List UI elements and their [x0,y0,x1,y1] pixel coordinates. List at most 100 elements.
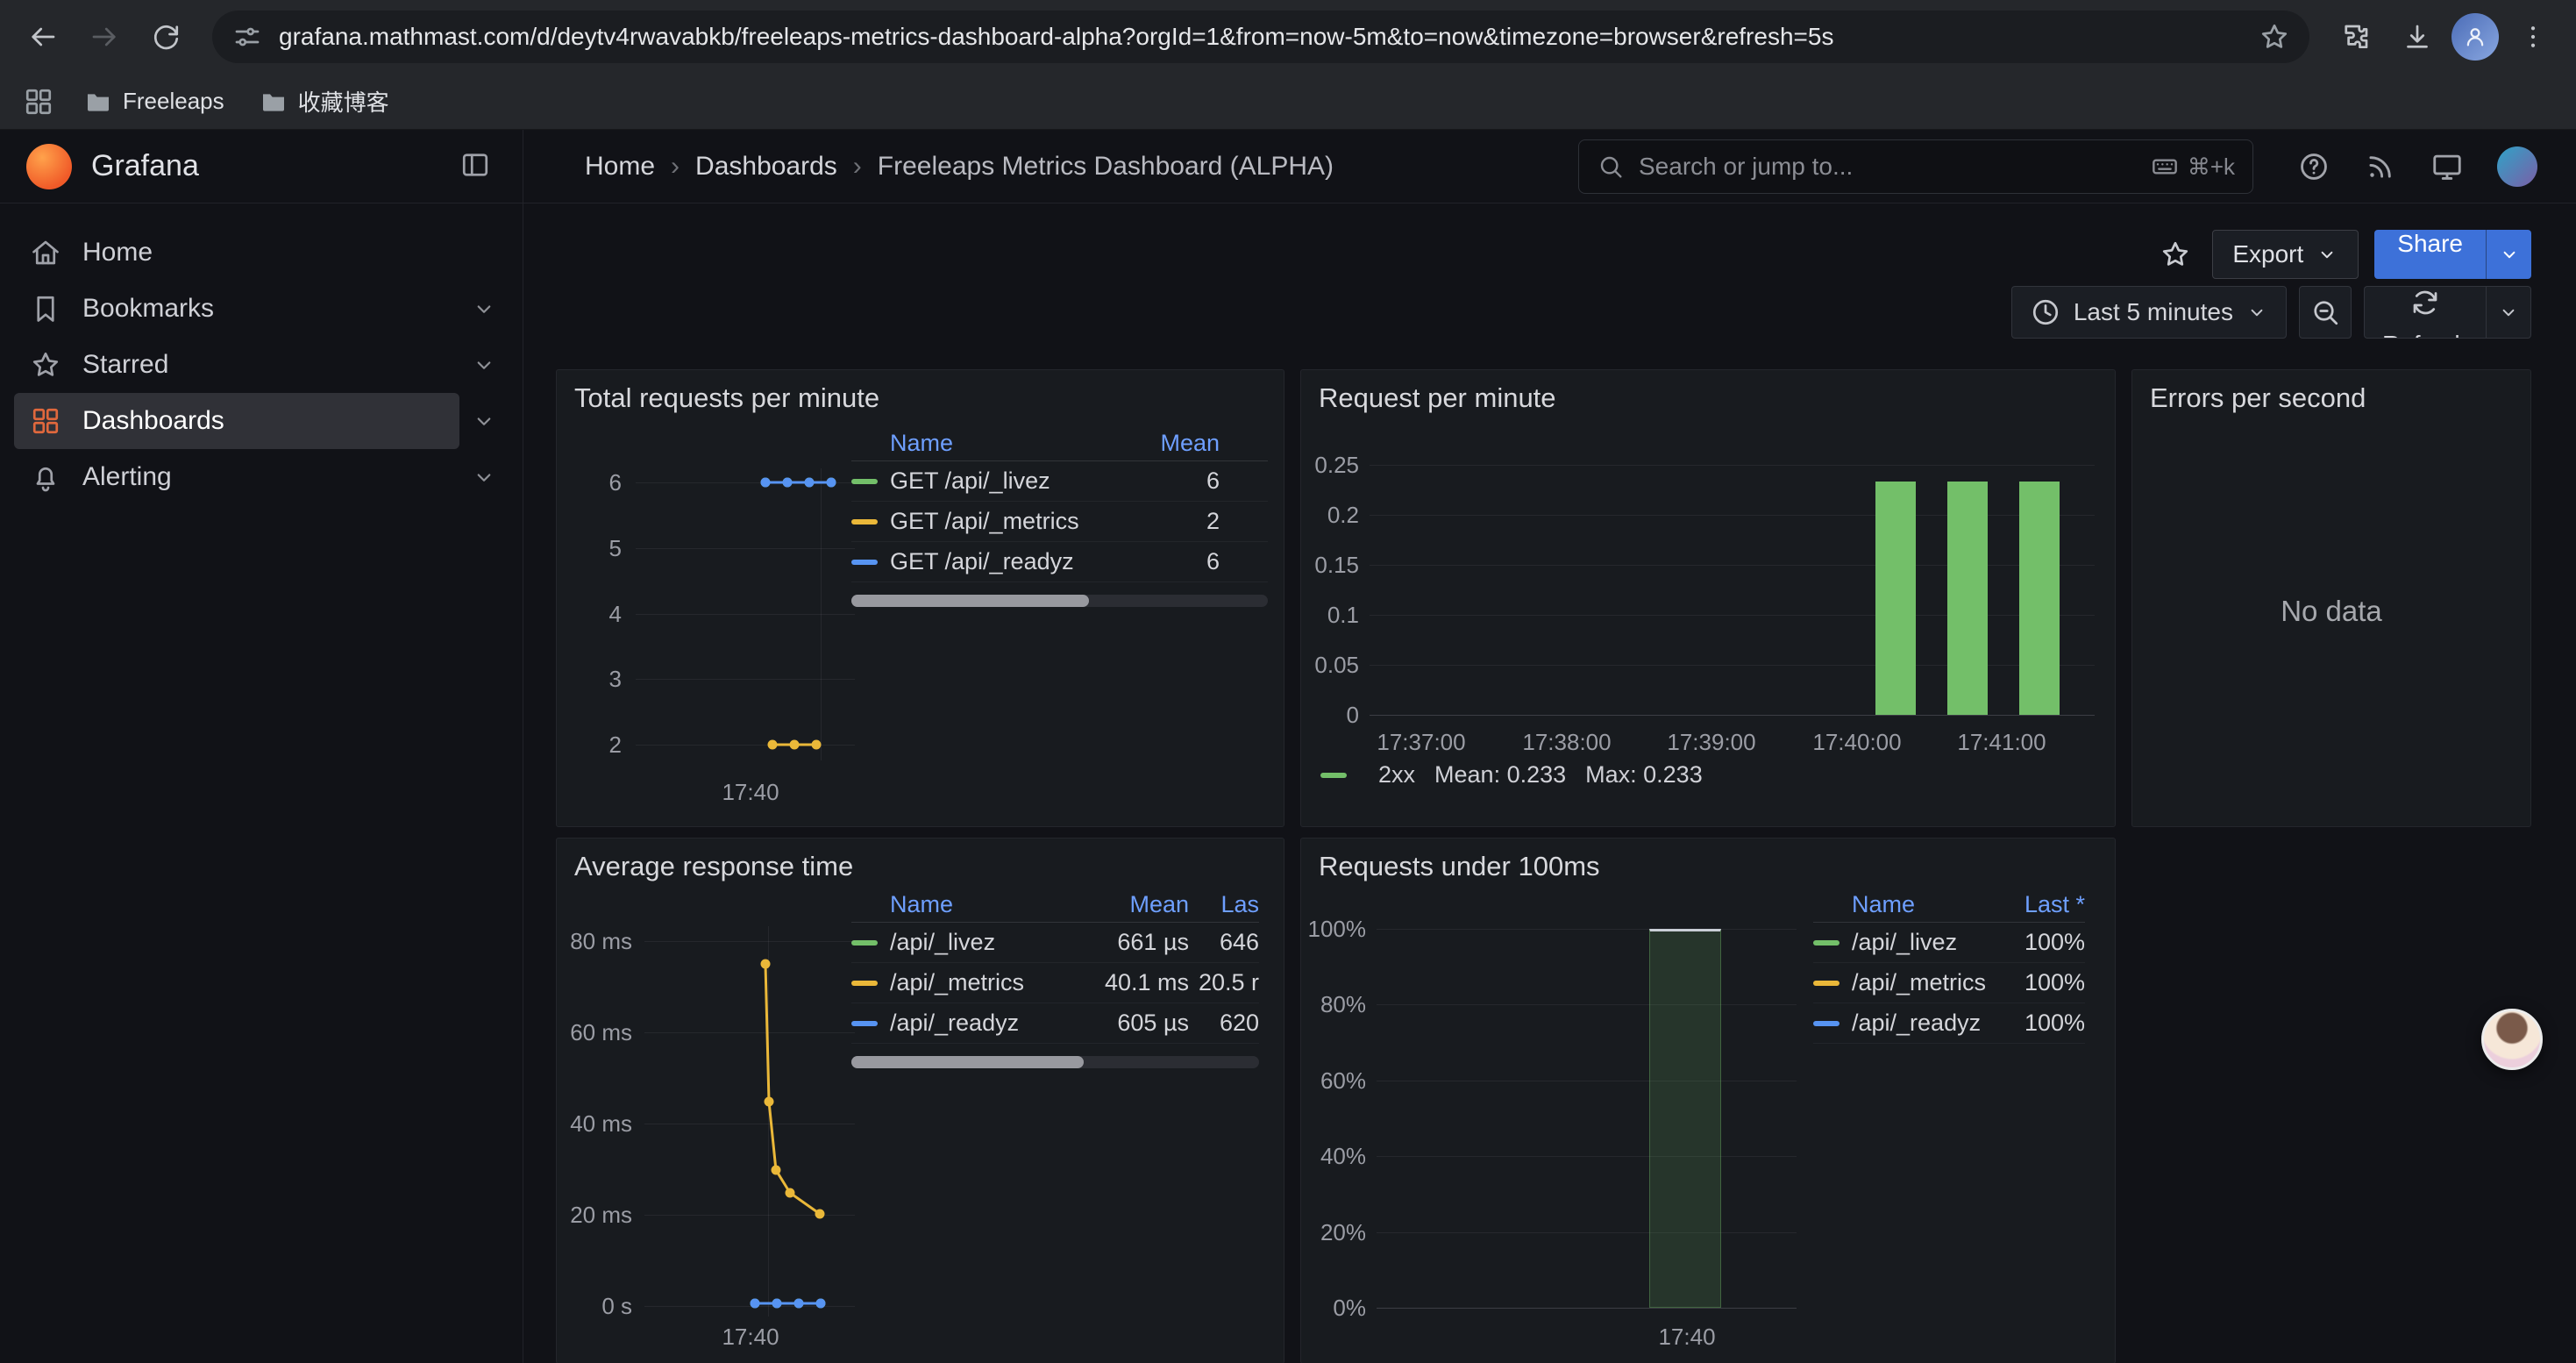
sidebar-expand-button[interactable] [459,340,509,389]
sidebar-expand-button[interactable] [459,396,509,446]
downloads-button[interactable] [2390,10,2444,64]
panel-requests-per-minute: Request per minute 2xx Mean: 0.233 Max: … [1300,369,2116,827]
series-name[interactable]: /api/_metrics [890,969,1075,996]
bookmark-star-icon[interactable] [2259,21,2290,53]
apps-grid-icon[interactable] [23,86,54,118]
share-menu-button[interactable] [2486,230,2531,279]
series-value: 605 µs [1075,1010,1189,1037]
sidebar-expand-button[interactable] [459,453,509,502]
sidebar-item-label: Bookmarks [82,294,214,324]
series-value: 20.5 r [1189,969,1259,996]
bar[interactable] [1875,482,1916,715]
line-chart[interactable] [644,926,872,1334]
favorite-dashboard-button[interactable] [2154,233,2196,275]
help-icon[interactable] [2297,150,2330,183]
share-button[interactable]: Share [2374,230,2486,279]
browser-forward-button[interactable] [77,10,132,64]
bookmark-item[interactable]: Freeleaps [84,88,224,116]
bookmark-label: 收藏博客 [298,85,389,118]
sidebar-expand-button[interactable] [459,284,509,333]
grafana-logo[interactable] [26,144,72,189]
export-label: Export [2232,240,2303,268]
series-value: 6 [1141,548,1220,575]
panel-title[interactable]: Average response time [574,851,853,882]
search-input[interactable]: Search or jump to... ⌘+k [1578,139,2253,194]
refresh-button[interactable]: Refresh [2364,286,2486,339]
axis-tick-label: 20% [1305,1218,1366,1246]
bar[interactable] [1947,482,1988,715]
browser-profile-avatar[interactable] [2451,13,2499,61]
monitor-icon[interactable] [2430,150,2464,183]
series-name[interactable]: GET /api/_readyz [890,548,1141,575]
gridline [1377,1232,1797,1233]
download-icon [2402,21,2433,53]
address-bar[interactable]: grafana.mathmast.com/d/deytv4rwavabkb/fr… [212,11,2309,63]
series-name[interactable]: /api/_readyz [890,1010,1075,1037]
panel-title[interactable]: Total requests per minute [574,382,879,414]
dock-sidebar-button[interactable] [459,149,491,183]
export-button[interactable]: Export [2212,230,2359,279]
sidebar-item-bookmarks[interactable]: Bookmarks [14,281,459,337]
legend-row[interactable]: /api/_readyz100% [1813,1003,2085,1044]
series-name[interactable]: 2xx [1378,761,1415,789]
news-icon[interactable] [2364,150,2397,183]
refresh-interval-button[interactable] [2486,286,2531,339]
bookmark-item[interactable]: 收藏博客 [260,85,389,118]
extensions-button[interactable] [2329,10,2383,64]
panel-legend: 2xx Mean: 0.233 Max: 0.233 [1320,761,1703,789]
assistant-avatar[interactable] [2481,1009,2543,1070]
scrollbar-thumb[interactable] [851,595,1089,607]
reload-icon [150,21,181,53]
legend-row[interactable]: GET /api/_metrics2 [851,502,1268,542]
browser-back-button[interactable] [16,10,70,64]
user-avatar[interactable] [2497,146,2537,187]
legend-row[interactable]: GET /api/_readyz6 [851,542,1268,582]
legend-row[interactable]: /api/_readyz605 µs620 [851,1003,1259,1044]
folder-icon [84,88,112,116]
browser-reload-button[interactable] [139,10,193,64]
search-shortcut: ⌘+k [2151,153,2235,181]
chevron-down-icon [2316,243,2338,266]
bar[interactable] [2019,482,2060,715]
series-name[interactable]: GET /api/_metrics [890,508,1141,535]
legend-scrollbar[interactable] [851,1056,1259,1068]
time-range-picker[interactable]: Last 5 minutes [2011,286,2287,339]
sidebar-item-home[interactable]: Home [14,225,459,281]
panel-title[interactable]: Requests under 100ms [1319,851,1600,882]
line-chart[interactable] [634,458,871,769]
series-name[interactable]: /api/_livez [1852,929,2001,956]
bar[interactable] [1649,929,1721,1308]
legend-row[interactable]: /api/_livez661 µs646 [851,923,1259,963]
sidebar-item-starred[interactable]: Starred [14,337,459,393]
legend-header: NameMeanLas [851,888,1259,923]
axis-tick-label: 17:40:00 [1812,728,1901,756]
axis-tick-label: 80% [1305,990,1366,1018]
scrollbar-thumb[interactable] [851,1056,1084,1068]
legend-header-value: Last * [2001,891,2085,918]
browser-menu-button[interactable] [2506,10,2560,64]
series-name[interactable]: /api/_livez [890,929,1075,956]
brand-name: Grafana [91,149,199,183]
site-info-icon[interactable] [231,21,263,53]
legend-row[interactable]: /api/_metrics100% [1813,963,2085,1003]
star-icon [2160,239,2191,270]
legend-row[interactable]: /api/_livez100% [1813,923,2085,963]
breadcrumb-item[interactable]: Dashboards [695,152,837,182]
home-icon [30,237,61,268]
shortcut-text: ⌘+k [2188,153,2235,181]
series-name[interactable]: /api/_readyz [1852,1010,2001,1037]
panel-title[interactable]: Request per minute [1319,382,1556,414]
sidebar-item-dashboards[interactable]: Dashboards [14,393,459,449]
series-name[interactable]: /api/_metrics [1852,969,2001,996]
sidebar-item-alerting[interactable]: Alerting [14,449,459,505]
star-icon [30,349,61,381]
axis-tick-label: 17:40 [1658,1323,1715,1351]
legend-row[interactable]: GET /api/_livez6 [851,461,1268,502]
legend-row[interactable]: /api/_metrics40.1 ms20.5 r [851,963,1259,1003]
legend-scrollbar[interactable] [851,595,1268,607]
zoom-out-button[interactable] [2299,286,2352,339]
breadcrumb-item[interactable]: Home [585,152,655,182]
url-text[interactable]: grafana.mathmast.com/d/deytv4rwavabkb/fr… [279,23,2243,51]
breadcrumb-item[interactable]: Freeleaps Metrics Dashboard (ALPHA) [878,152,1334,182]
series-name[interactable]: GET /api/_livez [890,467,1141,495]
